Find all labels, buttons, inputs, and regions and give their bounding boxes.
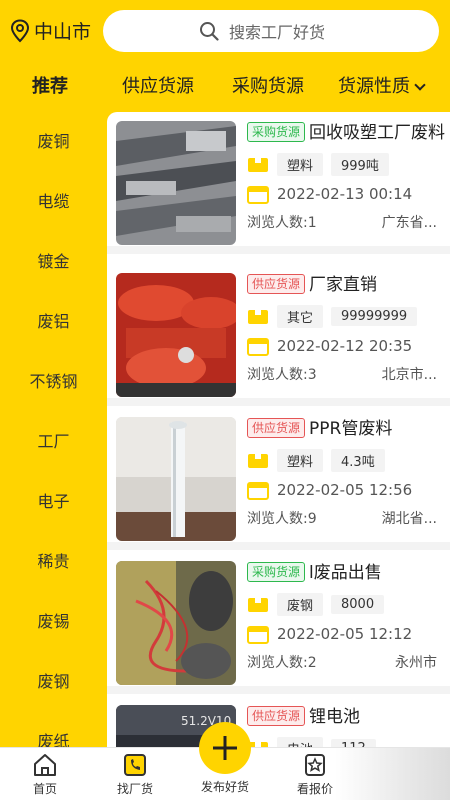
listing-card[interactable]: 采购货源 l废品出售 废钢 8000 2022-02-05 12:12 浏览人数:… <box>107 552 450 694</box>
tab-purchase[interactable]: 采购货源 <box>232 72 304 98</box>
listing-card[interactable]: 51.2V10 供应货源锂电池 电池 112 <box>107 696 450 747</box>
sidebar-item-gold-plated[interactable]: 镀金 <box>0 232 107 292</box>
sidebar-item-steel[interactable]: 废钢 <box>0 652 107 712</box>
overlay-fade <box>335 748 450 800</box>
view-count: 浏览人数:2 <box>247 655 317 671</box>
listing-location: 北京市... <box>381 367 437 383</box>
sidebar-item-precious[interactable]: 稀贵 <box>0 532 107 592</box>
sidebar-item-aluminum[interactable]: 废铝 <box>0 292 107 352</box>
city-selector[interactable]: 中山市 <box>10 17 91 44</box>
category-chip: 其它 <box>277 304 324 328</box>
source-tag: 供应货源 <box>247 274 306 294</box>
source-tag: 供应货源 <box>247 706 306 726</box>
box-icon <box>248 454 268 468</box>
listing-card[interactable]: 供应货源 厂家直销 其它 99999999 2022-02-12 20:35 浏览… <box>107 264 450 406</box>
listing-title: PPR管废料 <box>309 419 393 439</box>
sidebar-item-electronics[interactable]: 电子 <box>0 472 107 532</box>
category-chip: 塑料 <box>277 448 324 472</box>
category-chip: 电池 <box>277 736 324 747</box>
listing-date: 2022-02-12 20:35 <box>277 337 413 355</box>
category-chip: 塑料 <box>277 152 324 176</box>
sidebar-item-factory[interactable]: 工厂 <box>0 412 107 472</box>
city-label: 中山市 <box>34 21 92 43</box>
category-sidebar: 废铜 电缆 镀金 废铝 不锈钢 工厂 电子 稀贵 废锡 废钢 废纸 <box>0 112 107 747</box>
listing-thumbnail <box>116 417 236 541</box>
box-icon <box>248 158 268 172</box>
quantity-chip: 99999999 <box>331 306 418 326</box>
listing-thumbnail <box>116 121 236 245</box>
home-icon <box>34 754 56 776</box>
tab-supply[interactable]: 供应货源 <box>122 72 194 98</box>
nav-home[interactable]: 首页 <box>10 752 80 797</box>
nav-quotes-label: 看报价 <box>296 782 333 796</box>
listing-date: 2022-02-13 00:14 <box>277 185 413 203</box>
listing-title: 厂家直销 <box>309 275 378 295</box>
listing-title: 回收吸塑工厂废料 <box>309 123 446 143</box>
source-tag: 采购货源 <box>247 562 306 582</box>
sidebar-item-paper[interactable]: 废纸 <box>0 712 107 747</box>
quantity-chip: 8000 <box>331 594 385 614</box>
view-count: 浏览人数:3 <box>247 367 317 383</box>
listing-card[interactable]: 供应货源 PPR管废料 塑料 4.3吨 2022-02-05 12:56 浏览人数… <box>107 408 450 550</box>
phone-icon <box>124 754 146 776</box>
category-chip: 废钢 <box>277 592 324 616</box>
view-count: 浏览人数:9 <box>247 511 317 527</box>
listing-location: 广东省... <box>381 215 437 231</box>
listing-date: 2022-02-05 12:56 <box>277 481 413 499</box>
listing-feed: 采购货源 回收吸塑工厂废料 塑料 999吨 2022-02-13 00:14 浏览… <box>107 112 450 747</box>
bottom-navigation: 首页 找厂货 发布好货 看报价 <box>0 722 450 800</box>
listing-location: 湖北省... <box>381 511 437 527</box>
sidebar-item-cable[interactable]: 电缆 <box>0 172 107 232</box>
nav-home-label: 首页 <box>32 782 57 796</box>
publish-button[interactable] <box>199 722 251 774</box>
listing-date: 2022-02-05 12:12 <box>277 625 413 643</box>
source-tag: 供应货源 <box>247 418 306 438</box>
calendar-icon <box>247 482 269 500</box>
location-pin-icon <box>10 18 30 42</box>
calendar-icon <box>247 186 269 204</box>
chevron-down-icon <box>414 79 426 91</box>
view-count: 浏览人数:1 <box>247 215 317 231</box>
publish-label: 发布好货 <box>200 780 249 794</box>
tab-recommend[interactable]: 推荐 <box>32 72 68 98</box>
listing-thumbnail <box>116 561 236 685</box>
listing-card[interactable]: 采购货源 回收吸塑工厂废料 塑料 999吨 2022-02-13 00:14 浏览… <box>107 112 450 254</box>
plus-icon <box>213 736 237 760</box>
search-placeholder: 搜索工厂好货 <box>229 23 326 42</box>
quantity-chip: 4.3吨 <box>331 448 385 472</box>
nav-find-factory[interactable]: 找厂货 <box>100 752 170 797</box>
calendar-icon <box>247 626 269 644</box>
quantity-chip: 999吨 <box>331 152 389 176</box>
listing-thumbnail <box>116 273 236 397</box>
nav-find-factory-label: 找厂货 <box>116 782 153 796</box>
sidebar-item-copper[interactable]: 废铜 <box>0 112 107 172</box>
quantity-chip: 112 <box>331 738 376 747</box>
box-icon <box>248 310 268 324</box>
top-bar: 中山市 搜索工厂好货 <box>0 0 450 62</box>
category-tabs: 推荐 供应货源 采购货源 货源性质 <box>0 62 450 108</box>
listing-title: 锂电池 <box>309 707 361 727</box>
box-icon <box>248 598 268 612</box>
listing-location: 永州市 <box>395 655 437 671</box>
source-tag: 采购货源 <box>247 122 306 142</box>
listing-title: l废品出售 <box>309 563 382 583</box>
sidebar-item-tin[interactable]: 废锡 <box>0 592 107 652</box>
calendar-icon <box>247 338 269 356</box>
tab-source-type[interactable]: 货源性质 <box>338 72 426 98</box>
search-bar[interactable]: 搜索工厂好货 <box>103 10 439 52</box>
sidebar-item-stainless[interactable]: 不锈钢 <box>0 352 107 412</box>
star-tag-icon <box>305 754 325 776</box>
search-icon <box>200 22 219 41</box>
